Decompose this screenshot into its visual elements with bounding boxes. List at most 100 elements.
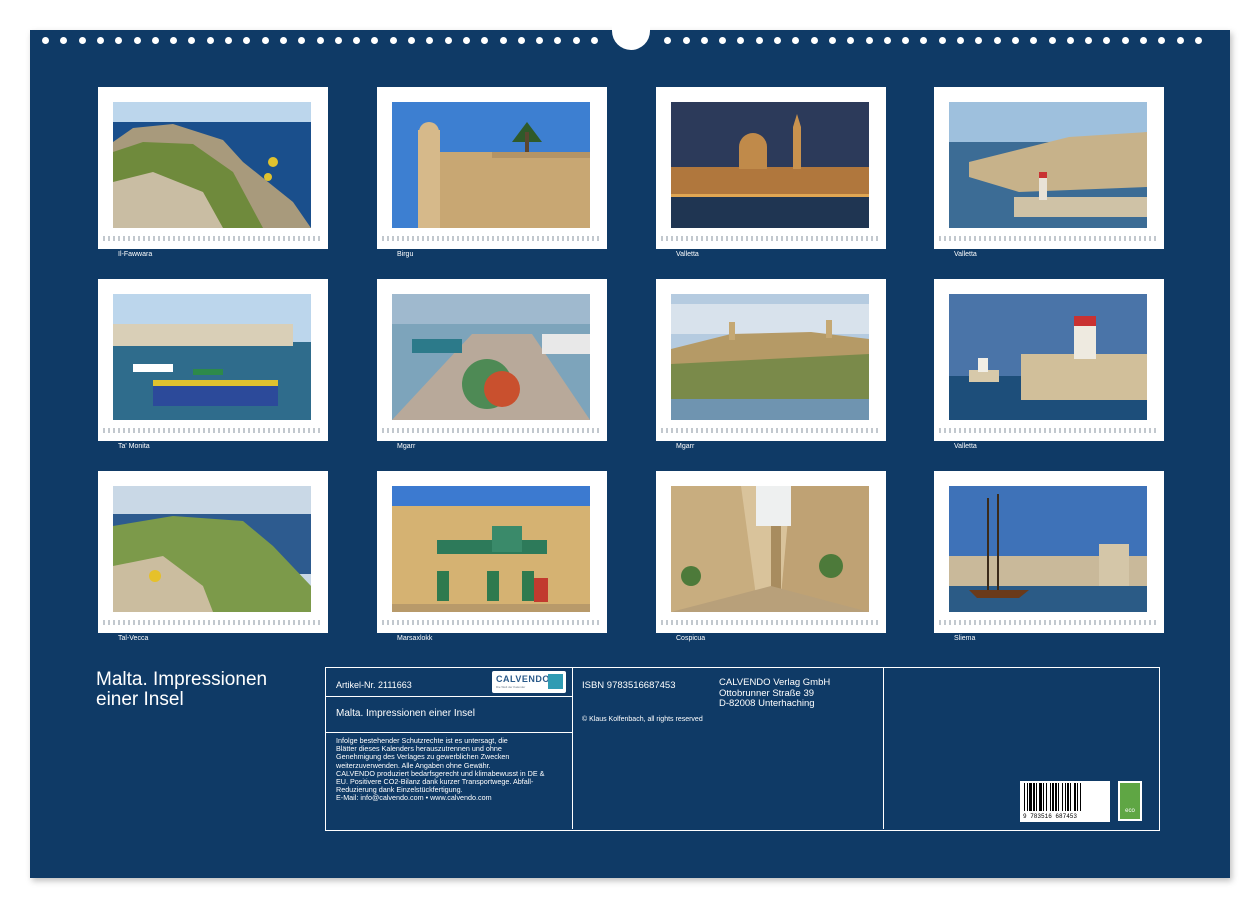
binding-hole [298,37,306,44]
publisher-address: CALVENDO Verlag GmbH Ottobrunner Straße … [719,677,831,710]
month-thumbnail [934,87,1164,249]
photo-sliema-ship [949,486,1147,612]
month-day-strip [661,236,881,241]
month-day-strip [103,620,323,625]
thumbnail-caption: Valletta [954,443,977,450]
calendar-back-cover: Il-Fawwara Birgu Valletta Valletta Ta' M… [30,16,1230,878]
thumbnail-caption: Marsaxlokk [397,635,433,642]
binding-hole [1140,37,1147,44]
binding-hole [60,37,68,44]
thumbnail-caption: Ta' Monita [118,443,150,450]
binding-hole [389,37,397,44]
binding-hole [334,37,342,44]
binding-hole [1048,37,1056,44]
month-day-strip [661,620,881,625]
calendar-title-line-2: einer Insel [96,689,184,710]
legal-line: E-Mail: info@calvendo.com • www.calvendo… [336,793,492,803]
eco-label: eco [1125,808,1135,814]
month-day-strip [661,428,881,433]
binding-hole [408,37,415,44]
copyright-notice: © Klaus Kolfenbach, all rights reserved [582,716,703,723]
binding-hole [1176,37,1184,44]
month-thumbnail [377,471,607,633]
thumbnail-caption: Mgarr [676,443,695,450]
binding-hole [96,37,104,44]
binding-hole [1103,37,1111,44]
thumbnail-caption: Mgarr [397,443,416,450]
binding-hole [1158,37,1166,44]
binding-hole [920,37,928,44]
binding-hole [78,37,86,44]
photo-harbor-boats [113,294,311,420]
binding-hole [170,37,178,44]
binding-hole [279,37,287,44]
thumbnail-caption: Sliema [954,635,976,642]
thumbnail-caption: Birgu [397,251,414,258]
month-day-strip [103,236,323,241]
binding-hole [700,37,708,44]
month-day-strip [382,620,602,625]
binding-hole [902,37,910,44]
month-thumbnail [377,279,607,441]
info-column-right: 9 783516 687453 eco [884,668,1158,829]
binding-hole [572,37,580,44]
binding-hole [938,37,946,44]
publisher-line: CALVENDO Verlag GmbH [719,677,831,688]
binding-hole [444,37,452,44]
barcode-number: 9 783516 687453 [1023,813,1078,820]
binding-hole [353,37,361,44]
photo-valletta-night [671,102,869,228]
article-number: Artikel-Nr. 2111663 [336,680,412,690]
binding-hole [847,37,855,44]
binding-hole [371,37,379,44]
month-thumbnail [377,87,607,249]
binding-hole [536,37,544,44]
publisher-line: D-82008 Unterhaching [719,698,815,709]
photo-fishing-nets [392,294,590,420]
binding-hole [462,37,470,44]
binding-hole [225,37,232,44]
binding-hole [1066,37,1074,44]
barcode-bars [1024,783,1081,811]
binding-hole [206,37,214,44]
binding-hole [517,37,525,44]
isbn: ISBN 9783516687453 [582,680,676,691]
eco-badge: eco [1118,781,1142,821]
month-thumbnail [656,87,886,249]
month-thumbnail [98,471,328,633]
calendar-name-row: Malta. Impressionen einer Insel [326,697,572,733]
info-column-left: Artikel-Nr. 2111663 CALVENDO Die Welt de… [326,668,573,829]
photo-cospicua-street [671,486,869,612]
binding-hole [682,37,690,44]
calendar-title: Malta. Impressionen einer Insel [96,670,316,710]
month-day-strip [939,620,1159,625]
info-column-middle: ISBN 9783516687453 CALVENDO Verlag GmbH … [573,668,884,829]
binding-hole [481,37,489,44]
thumbnail-caption: Cospicua [676,635,706,642]
month-day-strip [939,428,1159,433]
month-day-strip [382,428,602,433]
binding-hole [1194,37,1202,44]
binding-hole [719,37,727,44]
calvendo-logo: CALVENDO Die Welt der Kalender [492,671,566,693]
month-thumbnail [98,279,328,441]
thumbnail-caption: Il-Fawwara [118,251,153,258]
binding-hole [792,37,800,44]
binding-hole [1030,37,1038,44]
thumbnail-caption: Valletta [676,251,699,258]
photo-lighthouse [949,294,1147,420]
photo-coast-cliffs [113,102,311,228]
thumbnail-caption: Tal-Vecca [118,635,149,642]
binding-hole [774,37,781,44]
binding-hole [1121,37,1129,44]
calvendo-logo-mark-icon [548,674,563,689]
binding-hole [316,37,324,44]
photo-tal-vecca-cliffs [113,486,311,612]
barcode: 9 783516 687453 [1020,781,1110,822]
legal-notice: Infolge bestehender Schutzrechte ist es … [336,736,568,803]
binding-hole [133,37,141,44]
binding-hole [42,37,49,44]
thumbnail-caption: Valletta [954,251,977,258]
binding-hole [755,37,763,44]
binding-hole [883,37,891,44]
